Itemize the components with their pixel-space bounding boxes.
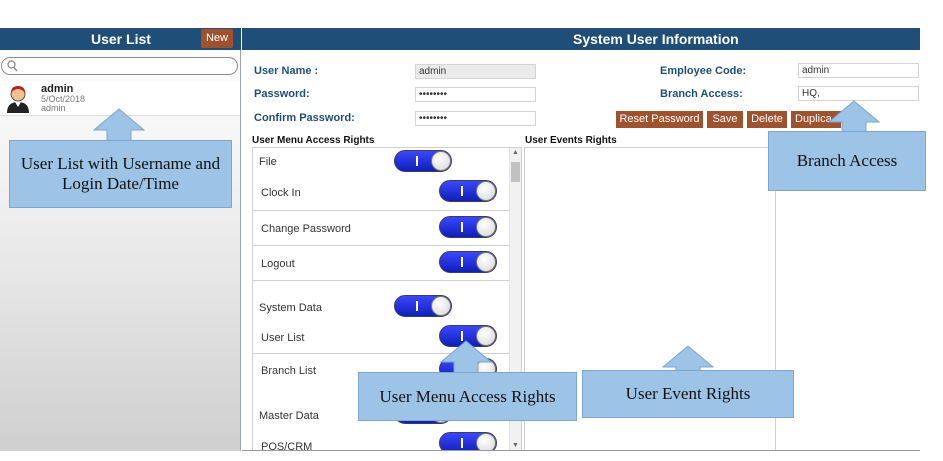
toggle-switch[interactable] [394,295,452,317]
callout-event-rights: User Event Rights [582,370,794,418]
password-label: Password: [254,88,310,100]
delete-button[interactable]: Delete [747,111,787,128]
username-label: User Name : [254,65,319,77]
callout-arrow-icon [828,100,880,134]
user-login-name: admin [41,103,66,113]
menu-item-label: System Data [259,302,322,314]
menu-item-file: File [253,148,509,175]
scroll-down-arrow-icon[interactable]: ▼ [512,442,519,449]
menu-item-change-password: Change Password [253,211,509,246]
username-field[interactable]: admin [415,64,536,79]
toggle-switch[interactable] [439,432,497,450]
user-list-title: User List [91,31,151,47]
callout-user-list: User List with Username and Login Date/T… [9,140,232,208]
menu-item-pos-crm: POS/CRM [253,426,509,450]
search-icon [7,60,18,72]
branch-access-label: Branch Access: [660,88,743,100]
reset-password-button[interactable]: Reset Password [616,111,703,128]
menu-item-label: User List [261,332,305,344]
callout-menu-rights: User Menu Access Rights [358,372,577,421]
toggle-switch[interactable] [439,180,497,202]
password-field[interactable]: •••••••• [415,87,536,102]
employee-code-field[interactable]: admin [798,63,919,78]
toggle-switch[interactable] [439,216,497,238]
menu-item-label: Change Password [261,223,351,235]
save-button[interactable]: Save [707,111,743,128]
branch-access-field[interactable]: HQ, [798,86,919,101]
menu-item-label: Clock In [261,187,301,199]
employee-code-label: Employee Code: [660,65,747,77]
scroll-up-arrow-icon[interactable]: ▲ [512,149,519,156]
user-list-header: User List New [0,28,241,50]
confirm-password-label: Confirm Password: [254,112,355,124]
new-user-button[interactable]: New [201,29,233,48]
menu-item-clock-in: Clock In [253,175,509,211]
scroll-thumb[interactable] [511,162,520,182]
menu-item-logout: Logout [253,246,509,281]
system-user-info-header: System User Information [242,28,920,50]
menu-item-label: Logout [261,258,295,270]
confirm-password-field[interactable]: •••••••• [415,111,536,126]
callout-arrow-icon [93,108,145,142]
callout-branch-access: Branch Access [768,131,926,191]
system-user-info-title: System User Information [573,31,739,47]
callout-arrow-icon [440,340,492,374]
menu-item-label: Branch List [261,365,317,377]
search-input[interactable] [1,57,238,75]
toggle-switch[interactable] [439,251,497,273]
user-avatar-icon [7,86,29,113]
menu-rights-title: User Menu Access Rights [252,135,375,146]
divider [242,450,920,451]
user-list-panel: User List New admin 5/Oct/2018 admin [0,28,241,451]
menu-item-system-data: System Data [253,281,509,321]
event-rights-title: User Events Rights [525,135,617,146]
menu-item-label: Master Data [259,410,319,422]
toggle-switch[interactable] [394,150,452,172]
menu-item-label: File [259,156,277,168]
